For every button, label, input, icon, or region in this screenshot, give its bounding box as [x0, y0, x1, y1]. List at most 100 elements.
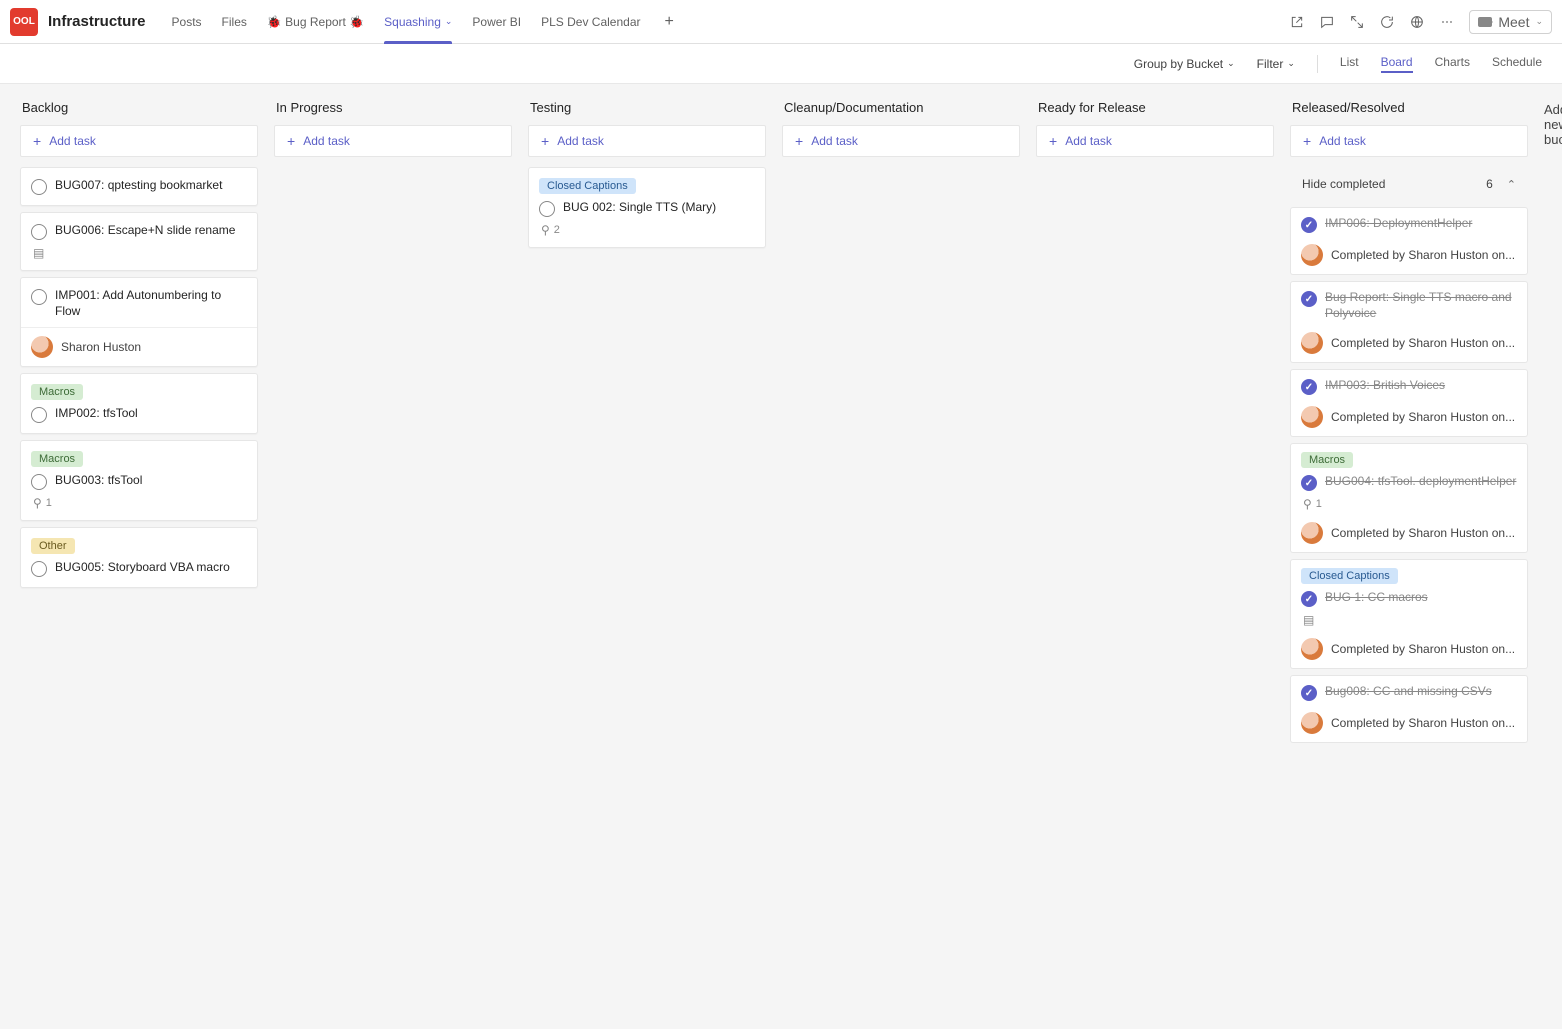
bucket-released: Released/Resolved + Add task Hide comple… — [1290, 100, 1528, 749]
add-task-button[interactable]: + Add task — [20, 125, 258, 157]
more-icon[interactable] — [1439, 14, 1455, 30]
add-task-button[interactable]: + Add task — [1036, 125, 1274, 157]
task-title[interactable]: BUG004: tfsTool. deploymentHelper — [1325, 474, 1516, 490]
completed-task[interactable]: Macros BUG004: tfsTool. deploymentHelper ⚲… — [1290, 443, 1528, 553]
add-bucket-button[interactable]: Add new bucket — [1544, 100, 1562, 147]
task-title[interactable]: BUG006: Escape+N slide rename — [55, 223, 235, 239]
plus-icon: + — [1049, 134, 1057, 148]
completed-checkmark[interactable] — [1301, 475, 1317, 491]
task-card[interactable]: MacrosIMP002: tfsTool — [20, 373, 258, 434]
completed-by-line: Completed by Sharon Huston on... — [1290, 704, 1528, 743]
bucket-testing: Testing + Add task Closed Captions BUG 00… — [528, 100, 766, 254]
channel-title: Infrastructure — [48, 13, 146, 30]
completed-checkmark[interactable] — [1301, 379, 1317, 395]
add-task-button[interactable]: + Add task — [782, 125, 1020, 157]
completed-checkmark[interactable] — [1301, 685, 1317, 701]
task-title[interactable]: Bug Report: Single TTS macro and Polyvoi… — [1325, 290, 1517, 321]
filter-label: Filter — [1257, 57, 1284, 71]
note-icon: ▤ — [33, 246, 44, 260]
refresh-icon[interactable] — [1379, 14, 1395, 30]
complete-checkbox[interactable] — [31, 289, 47, 305]
hide-completed-label: Hide completed — [1302, 177, 1385, 191]
tab-pls-dev-calendar[interactable]: PLS Dev Calendar — [531, 0, 650, 44]
meet-button[interactable]: Meet ⌄ — [1469, 10, 1552, 34]
add-task-button[interactable]: + Add task — [528, 125, 766, 157]
tab-posts[interactable]: Posts — [162, 0, 212, 44]
tab-squashing[interactable]: Squashing⌄ — [374, 0, 462, 44]
completed-checkmark[interactable] — [1301, 217, 1317, 233]
expand-icon[interactable] — [1349, 14, 1365, 30]
task-tag: Closed Captions — [539, 178, 636, 194]
task-card[interactable]: Other BUG005: Storyboard VBA macro — [20, 527, 258, 588]
completed-checkmark[interactable] — [1301, 591, 1317, 607]
task-title[interactable]: BUG005: Storyboard VBA macro — [55, 560, 230, 576]
task-title[interactable]: IMP006: DeploymentHelper — [1325, 216, 1472, 232]
completed-task[interactable]: Bug Report: Single TTS macro and Polyvoi… — [1290, 281, 1528, 363]
view-board[interactable]: Board — [1381, 55, 1413, 73]
task-card[interactable]: BUG006: Escape+N slide rename ▤ — [20, 212, 258, 271]
task-title[interactable]: IMP001: Add Autonumbering to Flow — [55, 288, 247, 319]
bucket-title: Cleanup/Documentation — [782, 100, 1020, 115]
add-tab-button[interactable]: + — [655, 13, 684, 31]
view-list[interactable]: List — [1340, 55, 1359, 73]
globe-icon[interactable] — [1409, 14, 1425, 30]
complete-checkbox[interactable] — [31, 224, 47, 240]
task-card[interactable]: IMP001: Add Autonumbering to FlowSharon … — [20, 277, 258, 367]
view-charts[interactable]: Charts — [1435, 55, 1470, 73]
completed-task[interactable]: IMP006: DeploymentHelperCompleted by Sha… — [1290, 207, 1528, 275]
add-task-label: Add task — [1319, 134, 1366, 148]
complete-checkbox[interactable] — [31, 407, 47, 423]
task-card[interactable]: Bug Report: Single TTS macro and Polyvoi… — [1290, 281, 1528, 330]
attachment-count: 1 — [1316, 498, 1322, 510]
task-card[interactable]: BUG007: qptesting bookmarket — [20, 167, 258, 206]
bucket-ready: Ready for Release + Add task — [1036, 100, 1274, 167]
filter-control[interactable]: Filter ⌄ — [1257, 57, 1295, 71]
hide-completed-toggle[interactable]: Hide completed 6 ⌃ — [1290, 167, 1528, 201]
header-actions: Meet ⌄ — [1289, 10, 1552, 34]
task-title[interactable]: IMP003: British Voices — [1325, 378, 1445, 394]
task-title[interactable]: BUG 002: Single TTS (Mary) — [563, 200, 716, 216]
chevron-up-icon: ⌃ — [1507, 178, 1516, 191]
task-tag: Other — [31, 538, 75, 554]
chat-icon[interactable] — [1319, 14, 1335, 30]
attachment-icon: ⚲ — [1303, 497, 1312, 511]
complete-checkbox[interactable] — [539, 201, 555, 217]
complete-checkbox[interactable] — [31, 179, 47, 195]
task-card[interactable]: Closed CaptionsBUG 1: CC macros▤ — [1290, 559, 1528, 636]
open-external-icon[interactable] — [1289, 14, 1305, 30]
task-card[interactable]: Closed Captions BUG 002: Single TTS (Mary… — [528, 167, 766, 248]
add-task-button[interactable]: + Add task — [1290, 125, 1528, 157]
add-task-label: Add task — [49, 134, 96, 148]
completed-task[interactable]: IMP003: British Voices Completed by Sharo… — [1290, 369, 1528, 437]
complete-checkbox[interactable] — [31, 474, 47, 490]
attachment-count: 1 — [46, 497, 52, 509]
task-title[interactable]: BUG003: tfsTool — [55, 473, 142, 489]
task-title[interactable]: BUG007: qptesting bookmarket — [55, 178, 222, 194]
completed-by-line: Completed by Sharon Huston on... — [1290, 324, 1528, 363]
completed-checkmark[interactable] — [1301, 291, 1317, 307]
completed-by-text: Completed by Sharon Huston on... — [1331, 410, 1515, 424]
tab--bug-report-[interactable]: 🐞 Bug Report 🐞 — [257, 0, 374, 44]
app-logo: OOL — [10, 8, 38, 36]
view-schedule[interactable]: Schedule — [1492, 55, 1542, 73]
chevron-down-icon: ⌄ — [1227, 58, 1235, 69]
group-by-control[interactable]: Group by Bucket ⌄ — [1134, 57, 1235, 71]
completed-task[interactable]: Bug008: CC and missing CSVs Completed by … — [1290, 675, 1528, 743]
task-card[interactable]: Macros BUG004: tfsTool. deploymentHelper ⚲… — [1290, 443, 1528, 520]
tab-power-bi[interactable]: Power BI — [462, 0, 531, 44]
tab-files[interactable]: Files — [212, 0, 257, 44]
task-title[interactable]: Bug008: CC and missing CSVs — [1325, 684, 1492, 700]
task-title[interactable]: BUG 1: CC macros — [1325, 590, 1428, 606]
completed-task[interactable]: Closed CaptionsBUG 1: CC macros▤Complete… — [1290, 559, 1528, 669]
board-toolbar: Group by Bucket ⌄ Filter ⌄ List Board Char… — [0, 44, 1562, 84]
complete-checkbox[interactable] — [31, 561, 47, 577]
bucket-title: Testing — [528, 100, 766, 115]
task-card[interactable]: MacrosBUG003: tfsTool⚲1 — [20, 440, 258, 521]
attachment-icon: ⚲ — [541, 223, 550, 237]
task-title[interactable]: IMP002: tfsTool — [55, 406, 138, 422]
avatar — [31, 336, 53, 358]
channel-tabs: PostsFiles🐞 Bug Report 🐞Squashing⌄Power … — [162, 0, 651, 44]
bucket-title: Released/Resolved — [1290, 100, 1528, 115]
add-task-button[interactable]: + Add task — [274, 125, 512, 157]
task-tag: Macros — [1301, 452, 1353, 468]
